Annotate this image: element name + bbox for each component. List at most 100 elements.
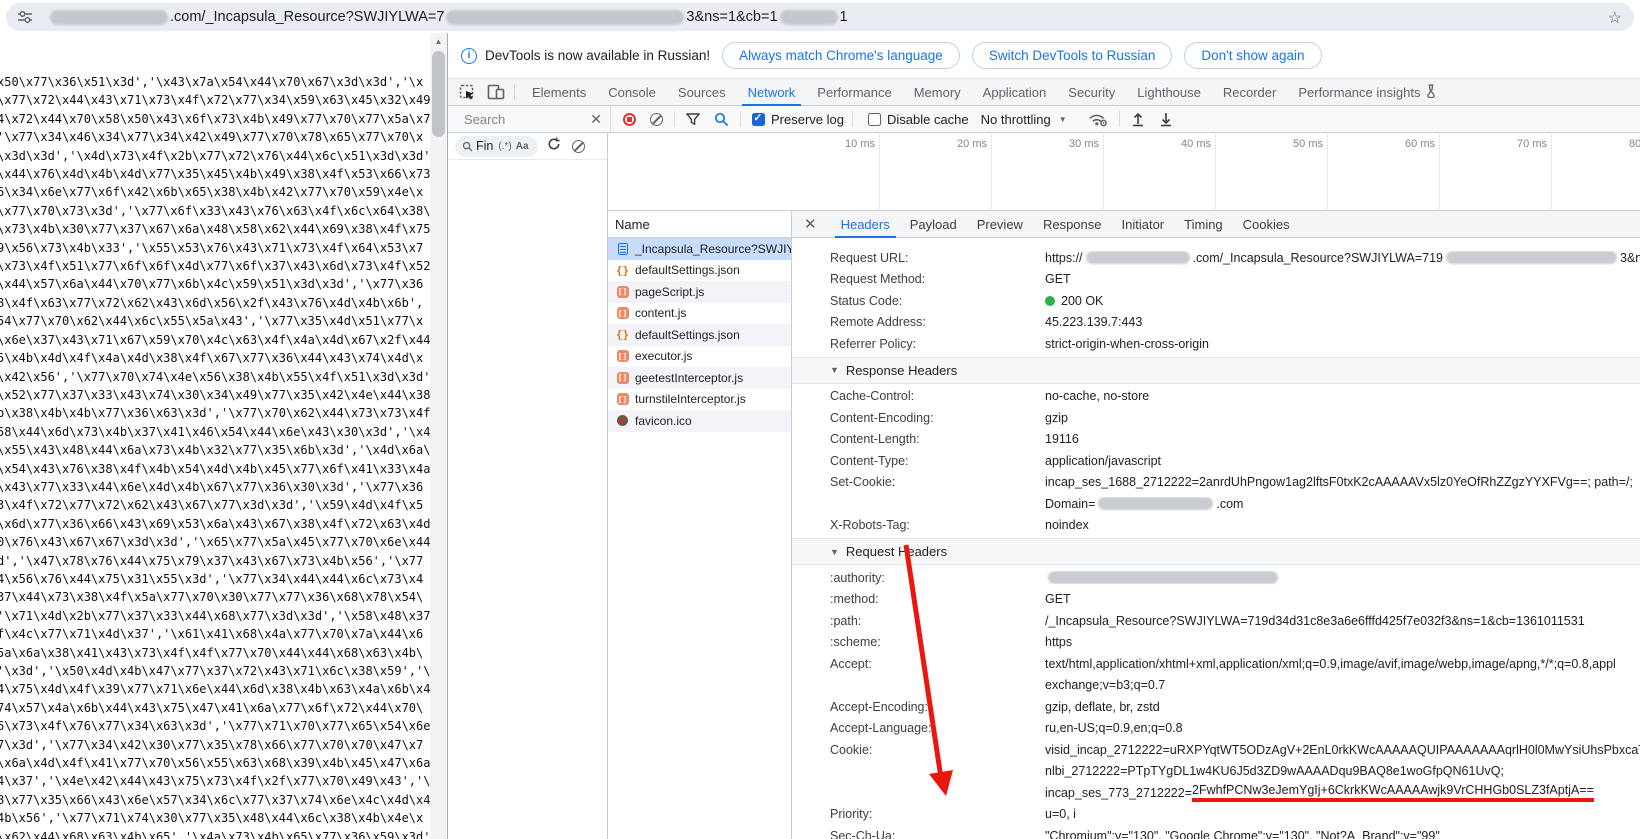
find-query[interactable]: Fin xyxy=(476,139,493,153)
header-row: :scheme:https xyxy=(792,632,1640,654)
url-text[interactable]: .com/_Incapsula_Resource?SWJIYLWA=73&ns=… xyxy=(48,9,848,25)
header-row: Referrer Policy:strict-origin-when-cross… xyxy=(792,333,1640,355)
request-row[interactable]: []turnstileInterceptor.js xyxy=(608,389,791,411)
tab-performance-insights[interactable]: Performance insights xyxy=(1292,79,1443,106)
header-key: :method: xyxy=(792,592,1045,606)
tab-recorder[interactable]: Recorder xyxy=(1217,79,1282,106)
request-row[interactable]: []content.js xyxy=(608,303,791,325)
omnibox[interactable]: .com/_Incapsula_Resource?SWJIYLWA=73&ns=… xyxy=(6,3,1634,31)
device-toolbar-icon[interactable] xyxy=(486,82,506,102)
regex-toggle[interactable]: (.*) xyxy=(498,141,511,152)
scrollbar-thumb[interactable] xyxy=(432,51,445,137)
clear-network-log-button[interactable] xyxy=(650,113,663,126)
tab-performance[interactable]: Performance xyxy=(811,79,897,106)
import-har-icon[interactable] xyxy=(1131,112,1145,127)
blurred-value xyxy=(1446,251,1617,264)
timeline-gridline xyxy=(991,133,992,210)
detail-tab-timing[interactable]: Timing xyxy=(1178,211,1229,238)
code-line: 4\x72\x44\x70\x58\x50\x43\x6f\x73\x4b\x4… xyxy=(0,110,430,128)
timeline-tick-label: 20 ms xyxy=(931,138,987,150)
request-headers-section[interactable]: ▼Request Headers xyxy=(792,538,1640,565)
detail-tab-preview[interactable]: Preview xyxy=(971,211,1029,238)
header-row: Cookie:visid_incap_2712222=uRXPYqtWT5ODz… xyxy=(792,739,1640,761)
network-search-field[interactable]: Search ✕ xyxy=(448,106,611,132)
tab-memory[interactable]: Memory xyxy=(908,79,967,106)
header-value: 200 OK xyxy=(1045,294,1640,308)
record-network-log-button[interactable] xyxy=(623,113,636,126)
disable-cache-label[interactable]: Disable cache xyxy=(887,112,969,127)
value-text: exchange;v=b3;q=0.7 xyxy=(1045,678,1165,692)
timeline-tick-label: 50 ms xyxy=(1267,138,1323,150)
response-headers-section[interactable]: ▼Response Headers xyxy=(792,357,1640,384)
url-segment: 1 xyxy=(840,9,848,25)
tab-lighthouse[interactable]: Lighthouse xyxy=(1131,79,1207,106)
blurred-value xyxy=(1048,571,1278,584)
tune-icon[interactable] xyxy=(16,8,34,26)
find-input[interactable]: Fin (.*) Aa xyxy=(455,136,538,157)
request-row[interactable]: favicon.ico xyxy=(608,410,791,432)
header-value: strict-origin-when-cross-origin xyxy=(1045,337,1640,351)
disable-cache-checkbox[interactable] xyxy=(868,113,881,126)
request-row[interactable]: {}defaultSettings.json xyxy=(608,324,791,346)
throttling-value: No throttling xyxy=(981,112,1051,127)
header-value: u=0, i xyxy=(1045,807,1640,821)
header-row: :authority: xyxy=(792,567,1640,589)
timeline-tick-label: 30 ms xyxy=(1043,138,1099,150)
code-line: 8\x77\x35\x66\x43\x6e\x57\x34\x6c\x77\x3… xyxy=(0,791,430,809)
match-case-toggle[interactable]: Aa xyxy=(516,141,529,152)
request-row[interactable]: _Incapsula_Resource?SWJIYLWA=... xyxy=(608,238,791,260)
network-conditions-icon[interactable] xyxy=(1088,112,1108,127)
filter-icon[interactable] xyxy=(686,113,700,126)
header-row: X-Robots-Tag:noindex xyxy=(792,515,1640,537)
value-text: .com xyxy=(1216,497,1243,511)
clear-search-results-icon[interactable] xyxy=(572,140,585,153)
throttling-select[interactable]: No throttling ▼ xyxy=(981,112,1067,127)
tab-label: Performance xyxy=(817,85,891,100)
timeline-gridline xyxy=(1327,133,1328,210)
tab-console[interactable]: Console xyxy=(602,79,662,106)
always-match-language-button[interactable]: Always match Chrome's language xyxy=(722,42,960,69)
code-line: 5\x4b\x4d\x4f\x4a\x4d\x38\x4f\x67\x77\x3… xyxy=(0,349,430,367)
request-row[interactable]: []executor.js xyxy=(608,346,791,368)
request-row[interactable]: []pageScript.js xyxy=(608,281,791,303)
detail-tab-response[interactable]: Response xyxy=(1037,211,1108,238)
page-scrollbar[interactable]: ▲ xyxy=(430,33,447,839)
inspect-element-icon[interactable] xyxy=(457,82,477,102)
request-name: executor.js xyxy=(635,349,692,363)
value-text: application/javascript xyxy=(1045,454,1161,468)
switch-to-russian-button[interactable]: Switch DevTools to Russian xyxy=(972,42,1173,69)
close-search-icon[interactable]: ✕ xyxy=(590,111,602,128)
tab-elements[interactable]: Elements xyxy=(526,79,592,106)
detail-tab-headers[interactable]: Headers xyxy=(835,211,896,238)
value-text: "Chromium";v="130", "Google Chrome";v="1… xyxy=(1045,829,1440,839)
preserve-log-label[interactable]: Preserve log xyxy=(771,112,844,127)
search-network-icon[interactable] xyxy=(714,112,729,127)
request-row[interactable]: []geetestInterceptor.js xyxy=(608,367,791,389)
network-overview-timeline[interactable]: 10 ms20 ms30 ms40 ms50 ms60 ms70 ms80 ms… xyxy=(608,133,1640,211)
code-line: \x73\x4b\x30\x77\x37\x67\x6a\x48\x58\x62… xyxy=(0,220,430,238)
script-icon: [] xyxy=(615,307,630,319)
tab-sources[interactable]: Sources xyxy=(672,79,732,106)
search-icon xyxy=(462,141,473,152)
tab-network[interactable]: Network xyxy=(742,79,802,106)
scrollbar-up-arrow-icon[interactable]: ▲ xyxy=(430,35,447,49)
preserve-log-checkbox[interactable] xyxy=(752,113,765,126)
request-row[interactable]: {}defaultSettings.json xyxy=(608,260,791,282)
close-detail-icon[interactable]: ✕ xyxy=(804,215,817,233)
dont-show-again-button[interactable]: Don't show again xyxy=(1184,42,1321,69)
header-value: noindex xyxy=(1045,518,1640,532)
export-har-icon[interactable] xyxy=(1159,112,1173,127)
header-value: GET xyxy=(1045,592,1640,606)
detail-tab-cookies[interactable]: Cookies xyxy=(1237,211,1296,238)
bookmark-star-icon[interactable]: ☆ xyxy=(1608,8,1622,28)
header-value: exchange;v=b3;q=0.7 xyxy=(1045,678,1640,692)
detail-tab-initiator[interactable]: Initiator xyxy=(1116,211,1171,238)
refresh-icon[interactable] xyxy=(547,137,561,156)
value-text: /_Incapsula_Resource?SWJIYLWA=719d34d31c… xyxy=(1045,614,1585,628)
detail-tab-payload[interactable]: Payload xyxy=(904,211,963,238)
tab-application[interactable]: Application xyxy=(977,79,1053,106)
code-line: 4\x37','\x4e\x42\x44\x43\x75\x73\x4f\x2f… xyxy=(0,772,430,790)
code-line: '\x3d','\x50\x4d\x4b\x47\x77\x37\x72\x43… xyxy=(0,662,430,680)
tab-security[interactable]: Security xyxy=(1062,79,1121,106)
name-column-header[interactable]: Name xyxy=(608,211,791,238)
